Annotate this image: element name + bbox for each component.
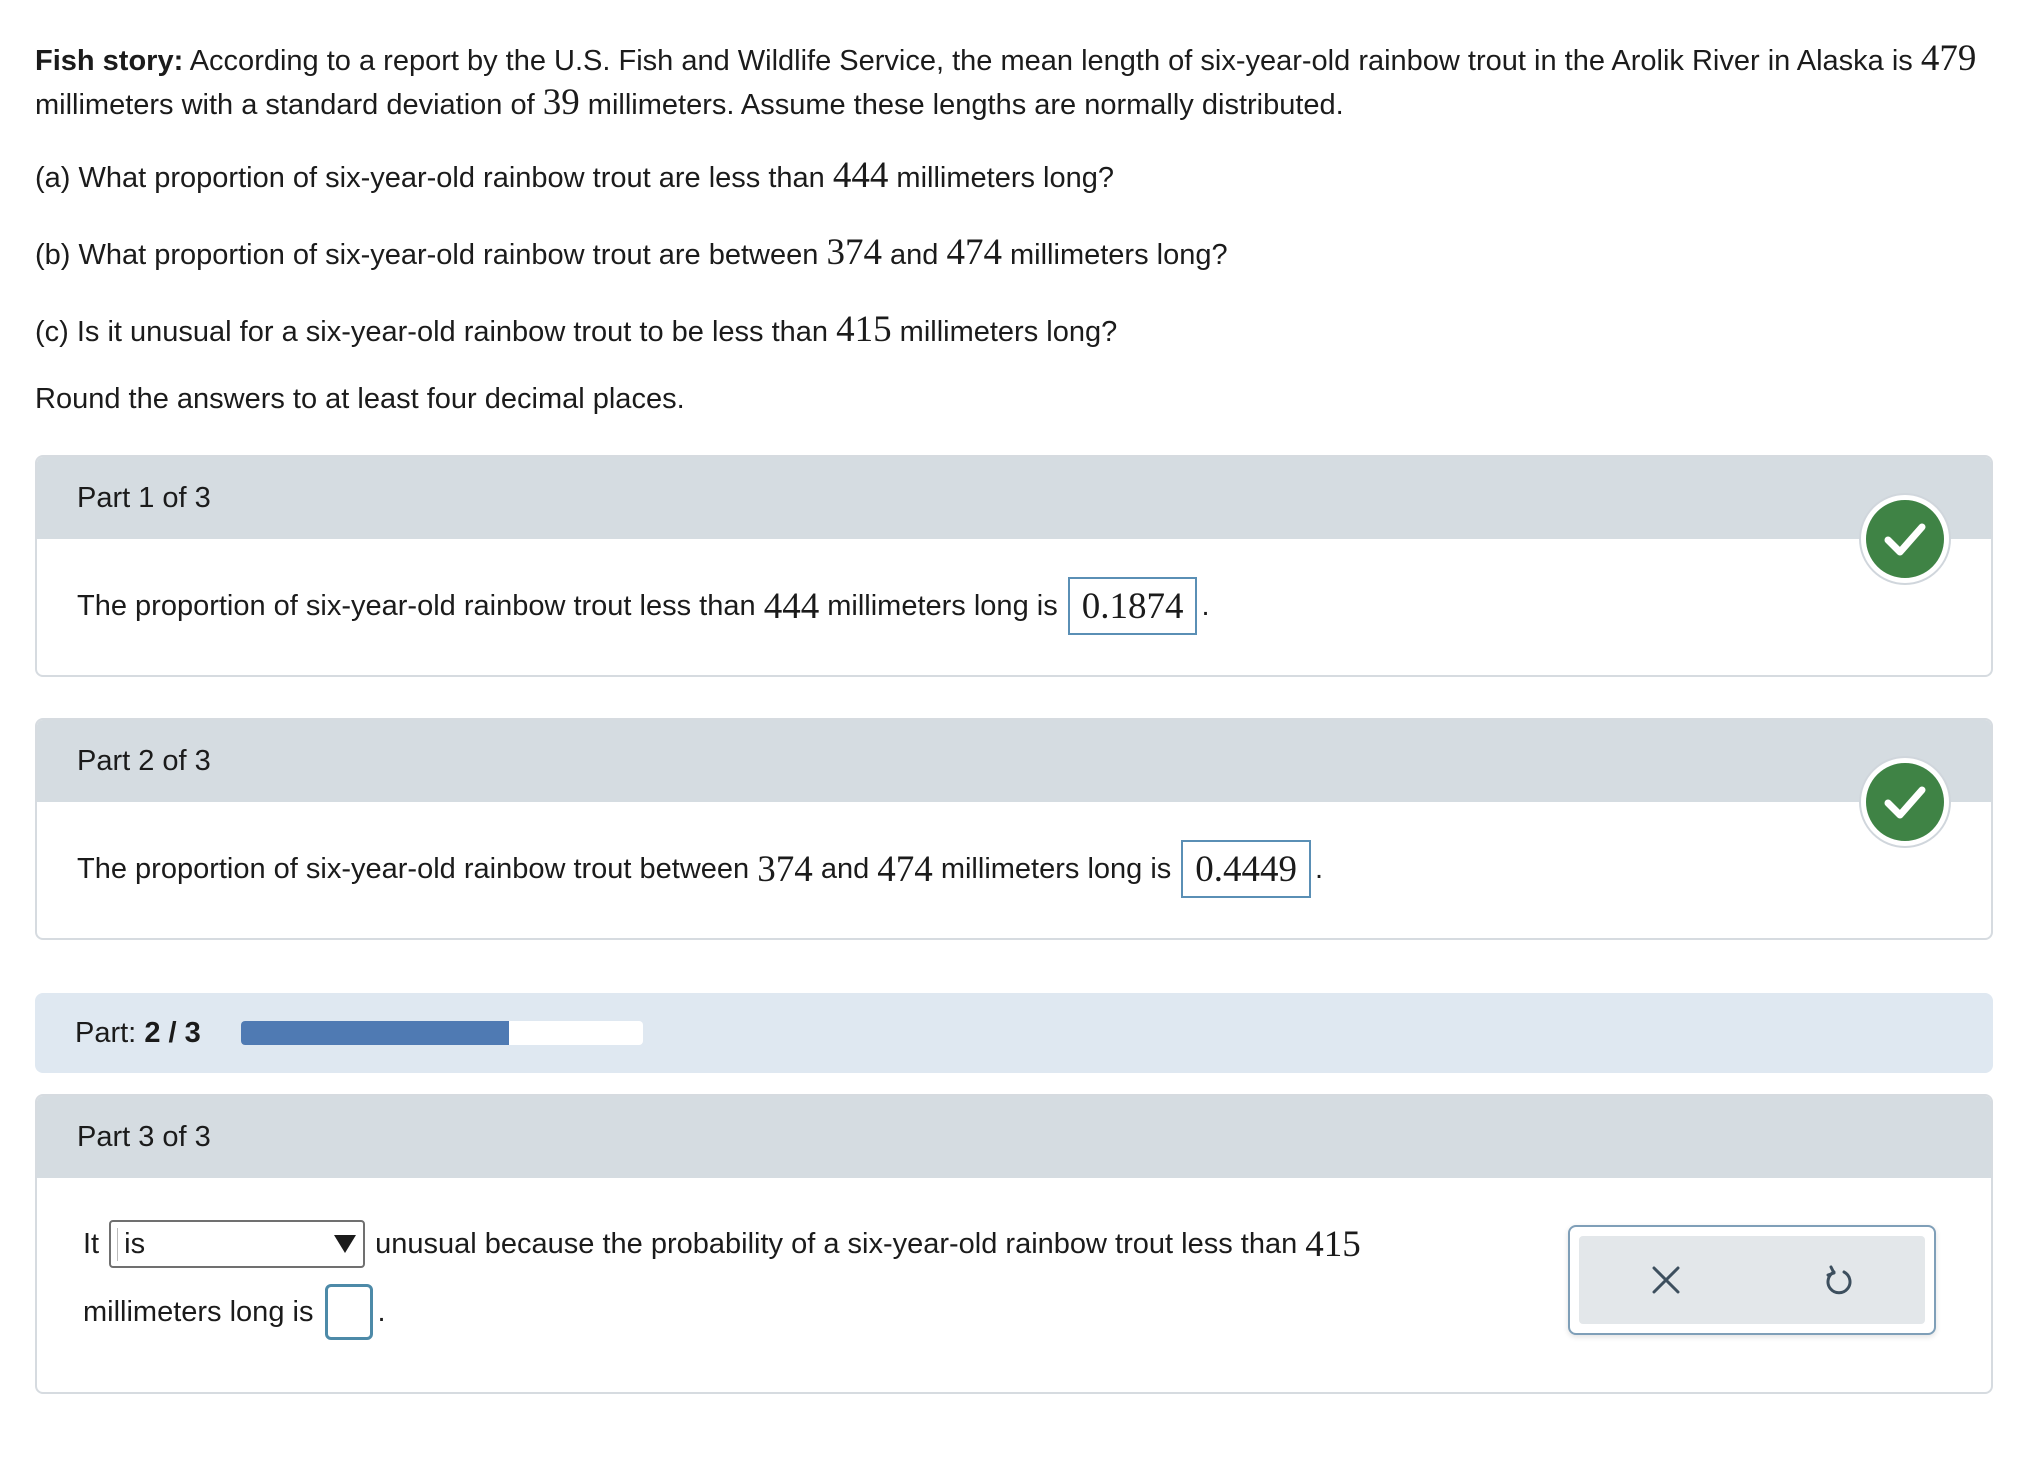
progress-bar [240, 1021, 643, 1045]
select-value: is [117, 1227, 145, 1261]
part-1-header: Part 1 of 3 [37, 457, 1991, 539]
question-text: millimeters long? [896, 162, 1114, 194]
answer-number: 374 [757, 848, 813, 890]
answer-tools-panel [1568, 1225, 1936, 1335]
progress-label: Part: 2 / 3 [75, 1017, 201, 1050]
problem-statement: Fish story: According to a report by the… [35, 38, 1995, 126]
answer-text: The proportion of six-year-old rainbow t… [77, 852, 750, 885]
problem-text: millimeters with a standard deviation of [35, 89, 535, 121]
answer-text: unusual because the probability of a six… [375, 1227, 1298, 1260]
question-text: (b) What proportion of six-year-old rain… [35, 239, 819, 271]
answer-text: . [1315, 852, 1324, 885]
part-2-card: Part 2 of 3 The proportion of six-year-o… [35, 718, 1993, 940]
problem-text: According to a report by the U.S. Fish a… [189, 45, 1913, 77]
question-number: 474 [946, 232, 1002, 273]
problem-title: Fish story: [35, 45, 184, 77]
answer-text: millimeters long is [827, 589, 1058, 622]
part-3-answer-line-1: It is unusual because the probability of… [83, 1220, 1361, 1268]
mean-value: 479 [1920, 38, 1977, 79]
question-text: and [890, 239, 939, 271]
question-c: (c) Is it unusual for a six-year-old rai… [35, 309, 1117, 353]
problem-text: millimeters. Assume these lengths are no… [587, 89, 1344, 121]
answer-text: It [83, 1227, 100, 1260]
reset-button[interactable] [1809, 1250, 1869, 1310]
question-text: (c) Is it unusual for a six-year-old rai… [35, 316, 829, 348]
question-text: millimeters long? [899, 316, 1118, 348]
unusual-select[interactable]: is [109, 1220, 366, 1268]
question-text: millimeters long? [1010, 239, 1228, 271]
part-3-answer-line-2: millimeters long is . [83, 1284, 386, 1340]
undo-icon [1826, 1265, 1851, 1295]
close-icon [1652, 1266, 1679, 1294]
part-1-card: Part 1 of 3 The proportion of six-year-o… [35, 455, 1993, 677]
progress-label-text: Part: [75, 1016, 137, 1049]
correct-check-icon [1861, 495, 1949, 583]
question-text: (a) What proportion of six-year-old rain… [35, 162, 825, 194]
answer-text: millimeters long is [83, 1295, 314, 1328]
answer-text: The proportion of six-year-old rainbow t… [77, 589, 756, 622]
progress-panel: Part: 2 / 3 [35, 993, 1993, 1073]
part-2-answer-line: The proportion of six-year-old rainbow t… [77, 840, 1323, 898]
question-a: (a) What proportion of six-year-old rain… [35, 155, 1114, 199]
part-2-answer-box[interactable]: 0.4449 [1181, 840, 1312, 898]
dropdown-arrow-icon [334, 1235, 357, 1253]
answer-text: . [377, 1295, 386, 1328]
probability-input[interactable] [325, 1284, 374, 1340]
part-1-answer-box[interactable]: 0.1874 [1067, 577, 1198, 635]
answer-text: . [1201, 589, 1210, 622]
progress-value: 2 / 3 [144, 1016, 201, 1049]
part-2-header: Part 2 of 3 [37, 720, 1991, 802]
sd-value: 39 [542, 82, 580, 123]
answer-text: millimeters long is [940, 852, 1172, 885]
progress-bar-fill [240, 1021, 509, 1045]
question-number: 374 [826, 232, 882, 273]
round-note: Round the answers to at least four decim… [35, 383, 685, 415]
answer-number: 444 [763, 585, 820, 627]
part-1-answer-line: The proportion of six-year-old rainbow t… [77, 577, 1210, 635]
answer-text: and [820, 852, 870, 885]
answer-number: 474 [877, 848, 933, 890]
part-3-header: Part 3 of 3 [37, 1096, 1991, 1178]
question-number: 415 [836, 309, 892, 350]
question-number: 444 [832, 155, 889, 196]
clear-button[interactable] [1636, 1250, 1696, 1310]
question-b: (b) What proportion of six-year-old rain… [35, 232, 1228, 276]
answer-number: 415 [1305, 1223, 1361, 1265]
correct-check-icon [1861, 758, 1949, 846]
